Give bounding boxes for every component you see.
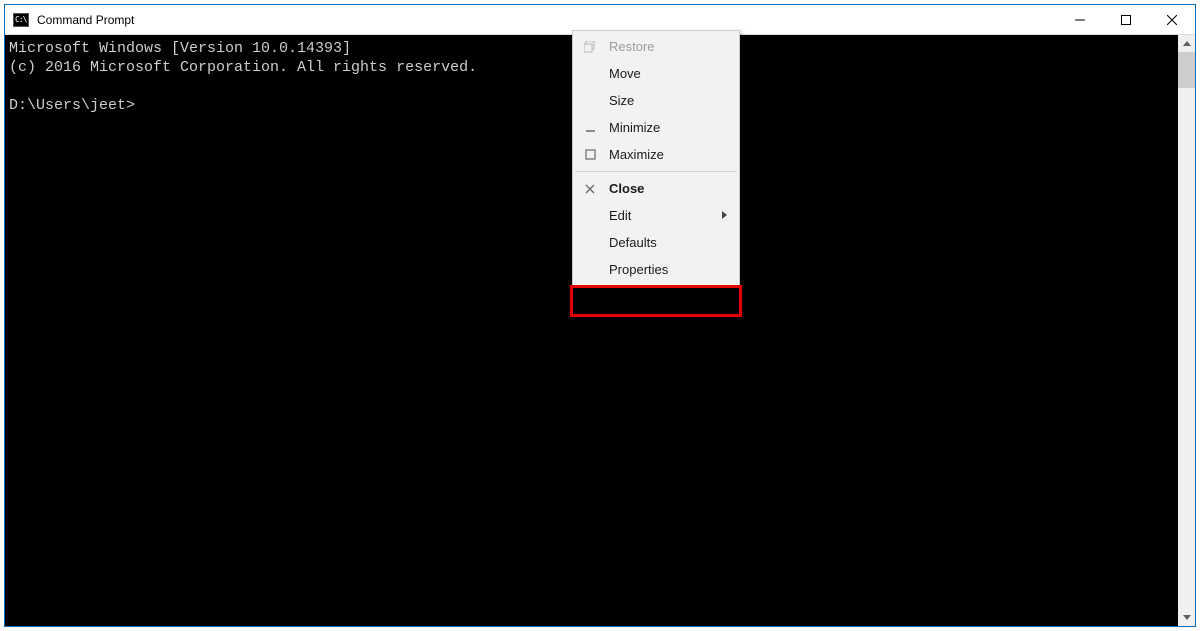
chevron-right-icon — [722, 211, 727, 221]
minimize-icon — [1075, 15, 1085, 25]
menu-close[interactable]: Close — [573, 175, 739, 202]
scrollbar-down-button[interactable] — [1178, 609, 1195, 626]
menu-size[interactable]: Size — [573, 87, 739, 114]
menu-item-label: Maximize — [609, 147, 664, 162]
menu-item-label: Close — [609, 181, 644, 196]
scrollbar-thumb[interactable] — [1178, 52, 1195, 88]
system-context-menu: Restore Move Size Minimize Maximize Clos… — [572, 30, 740, 286]
minimize-button[interactable] — [1057, 5, 1103, 34]
console-line: Microsoft Windows [Version 10.0.14393] — [9, 40, 351, 57]
minimize-icon — [583, 121, 597, 135]
menu-separator — [575, 171, 737, 172]
maximize-icon — [583, 148, 597, 162]
menu-item-label: Properties — [609, 262, 668, 277]
menu-item-label: Restore — [609, 39, 655, 54]
close-icon — [1167, 15, 1177, 25]
menu-edit[interactable]: Edit — [573, 202, 739, 229]
maximize-icon — [1121, 15, 1131, 25]
menu-item-label: Edit — [609, 208, 631, 223]
menu-minimize[interactable]: Minimize — [573, 114, 739, 141]
console-prompt: D:\Users\jeet> — [9, 97, 135, 114]
menu-item-label: Defaults — [609, 235, 657, 250]
menu-item-label: Size — [609, 93, 634, 108]
vertical-scrollbar[interactable] — [1178, 35, 1195, 626]
window-title: Command Prompt — [37, 13, 1057, 27]
close-button[interactable] — [1149, 5, 1195, 34]
window-controls — [1057, 5, 1195, 34]
menu-item-label: Minimize — [609, 120, 660, 135]
menu-item-label: Move — [609, 66, 641, 81]
chevron-down-icon — [1183, 615, 1191, 620]
menu-restore: Restore — [573, 33, 739, 60]
scrollbar-up-button[interactable] — [1178, 35, 1195, 52]
console-line: (c) 2016 Microsoft Corporation. All righ… — [9, 59, 477, 76]
restore-icon — [583, 40, 597, 54]
cmd-icon: C:\ — [13, 13, 29, 27]
menu-defaults[interactable]: Defaults — [573, 229, 739, 256]
close-x-icon — [583, 182, 597, 196]
menu-move[interactable]: Move — [573, 60, 739, 87]
maximize-button[interactable] — [1103, 5, 1149, 34]
menu-maximize[interactable]: Maximize — [573, 141, 739, 168]
chevron-up-icon — [1183, 41, 1191, 46]
menu-properties[interactable]: Properties — [573, 256, 739, 283]
